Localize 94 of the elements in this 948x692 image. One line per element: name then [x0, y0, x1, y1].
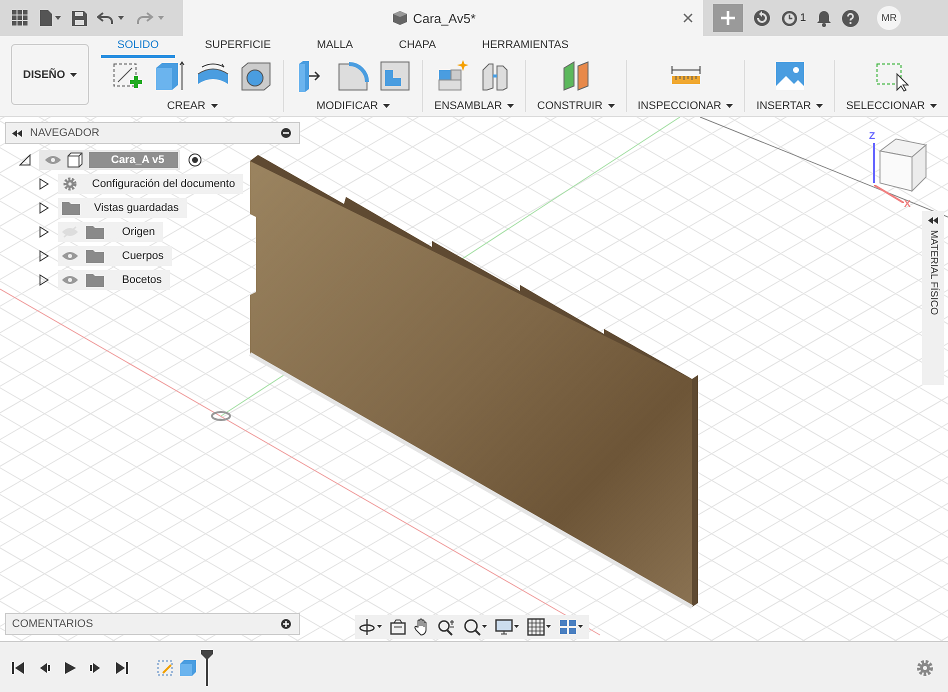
folder-icon — [86, 249, 104, 263]
shell-icon[interactable] — [240, 60, 272, 92]
caret-icon — [383, 104, 390, 108]
component-name: Cara_A v5 — [89, 152, 178, 168]
document-title: Cara_Av5* — [413, 10, 476, 26]
display-icon[interactable] — [495, 618, 521, 636]
box-icon[interactable] — [154, 60, 186, 92]
double-arrow-icon[interactable] — [12, 130, 22, 136]
expand-arrow-icon[interactable] — [38, 226, 50, 238]
double-arrow-icon[interactable] — [928, 217, 938, 224]
document-tab[interactable]: Cara_Av5* — [183, 0, 703, 36]
navigator-header[interactable]: NAVEGADOR — [5, 122, 300, 144]
browser-item[interactable]: Origen — [58, 222, 164, 242]
toolbar-tab[interactable]: CHAPA — [382, 39, 452, 58]
folder-icon — [86, 273, 104, 287]
user-avatar[interactable]: MR — [877, 6, 902, 30]
expand-arrow-icon[interactable] — [38, 274, 50, 286]
fillet-icon[interactable] — [337, 60, 370, 92]
new-component-icon[interactable] — [437, 60, 470, 92]
tool-group-dropdown[interactable]: MODIFICAR — [316, 100, 390, 112]
close-icon[interactable] — [683, 13, 693, 23]
image-icon[interactable] — [774, 60, 806, 92]
expand-arrow-icon[interactable] — [38, 250, 50, 262]
bell-icon[interactable] — [816, 10, 832, 26]
expand-arrow-icon[interactable] — [19, 154, 31, 166]
chamfer-icon[interactable] — [379, 60, 412, 92]
toolbar-tab[interactable]: SOLIDO — [101, 39, 175, 58]
cube-icon — [393, 11, 407, 25]
z-axis-icon — [872, 143, 876, 183]
zoom-fit-icon[interactable] — [463, 618, 489, 636]
tool-group-dropdown[interactable]: ENSAMBLAR — [434, 100, 514, 112]
browser-item[interactable]: Configuración del documento — [58, 174, 244, 194]
add-icon[interactable] — [281, 619, 291, 629]
collapse-icon[interactable] — [281, 128, 291, 138]
comments-panel[interactable]: COMENTARIOS — [5, 613, 300, 635]
tool-group-dropdown[interactable]: CONSTRUIR — [537, 100, 615, 112]
job-count: 1 — [800, 12, 806, 24]
expand-arrow-icon[interactable] — [38, 202, 50, 214]
origin-marker-icon — [211, 411, 231, 421]
axis-label: X — [904, 199, 911, 210]
caret-icon — [816, 104, 824, 108]
caret-icon — [210, 104, 218, 108]
browser-item-label: Origen — [122, 226, 156, 238]
caret-icon — [930, 104, 937, 108]
tool-group-dropdown[interactable]: SELECCIONAR — [846, 100, 937, 112]
help-icon[interactable] — [842, 10, 860, 26]
side-panel-title: MATERIAL FÍSICO — [927, 230, 939, 316]
clock-icon[interactable] — [781, 10, 798, 26]
expand-arrow-icon[interactable] — [38, 178, 50, 190]
activate-radio-icon[interactable] — [188, 153, 202, 167]
side-panel[interactable]: MATERIAL FÍSICO — [922, 211, 944, 385]
browser-item-label: Bocetos — [122, 274, 162, 286]
apps-grid-icon[interactable] — [12, 10, 28, 26]
navigator-title: NAVEGADOR — [30, 127, 100, 139]
folder-icon — [62, 201, 80, 215]
toolbar-tab[interactable]: SUPERFICIE — [188, 39, 287, 58]
browser-item[interactable]: Vistas guardadas — [58, 198, 187, 218]
sketch-feature-icon[interactable] — [157, 659, 175, 677]
file-icon[interactable] — [38, 10, 62, 26]
browser-item-label: Cuerpos — [122, 250, 164, 262]
skip-to-end-icon[interactable] — [115, 661, 129, 675]
workspace-dropdown[interactable]: DISEÑO — [11, 44, 90, 105]
timeline-marker-icon[interactable] — [201, 650, 213, 686]
browser-item[interactable]: Cuerpos — [58, 246, 172, 266]
axis-label: Z — [869, 131, 876, 142]
zoom-icon[interactable] — [437, 618, 457, 636]
save-icon[interactable] — [72, 10, 87, 26]
toolbar-tab[interactable]: MALLA — [300, 39, 369, 58]
new-tab-button[interactable] — [713, 4, 743, 32]
caret-icon — [608, 104, 615, 108]
comments-title: COMENTARIOS — [12, 618, 94, 630]
browser-item[interactable]: Bocetos — [58, 270, 170, 290]
plus-icon — [721, 11, 735, 25]
skip-to-start-icon[interactable] — [11, 661, 25, 675]
camera-icon[interactable] — [389, 618, 407, 636]
gear-icon — [62, 176, 78, 192]
toolbar-tab[interactable]: HERRAMIENTAS — [466, 39, 585, 58]
play-icon[interactable] — [63, 661, 77, 675]
browser-item-label: Vistas guardadas — [94, 202, 179, 214]
undo-icon[interactable] — [97, 10, 127, 26]
folder-icon — [86, 225, 104, 239]
x-axis-icon — [874, 185, 904, 203]
caret-icon — [726, 104, 734, 108]
viewports-icon[interactable] — [559, 618, 585, 636]
settings-icon[interactable] — [916, 659, 934, 677]
tool-group-dropdown[interactable]: CREAR — [166, 100, 218, 112]
tool-group-dropdown[interactable]: INSERTAR — [756, 100, 824, 112]
orbit-icon[interactable] — [359, 618, 383, 636]
component-icon — [67, 152, 83, 168]
grid-icon[interactable] — [527, 618, 553, 636]
tool-group-dropdown[interactable]: INSPECCIONAR — [638, 100, 734, 112]
caret-icon — [507, 104, 514, 108]
caret-icon — [70, 72, 78, 77]
browser-item-label: Configuración del documento — [92, 178, 236, 190]
